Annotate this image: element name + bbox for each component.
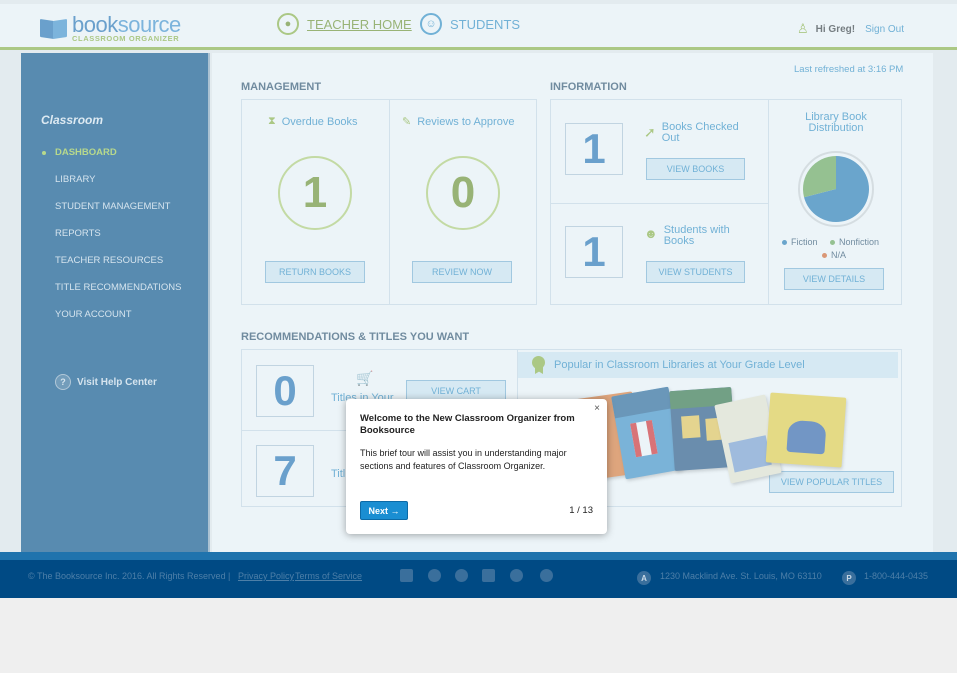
privacy-policy-link[interactable]: Privacy Policy	[238, 571, 294, 581]
close-icon[interactable]: ×	[594, 403, 600, 414]
next-button[interactable]: Next →	[360, 501, 408, 520]
pinterest-icon[interactable]	[455, 569, 468, 582]
footer-address: 1230 Macklind Ave. St. Louis, MO 63110	[660, 571, 822, 581]
tour-body: This brief tour will assist you in under…	[360, 448, 567, 471]
terms-of-service-link[interactable]: Terms of Service	[295, 571, 362, 581]
tour-title: Welcome to the New Classroom Organizer f…	[360, 413, 575, 436]
phone-icon: P	[842, 571, 856, 585]
copyright-text: © The Booksource Inc. 2016. All Rights R…	[28, 571, 226, 581]
footer-separator: |	[228, 571, 231, 581]
footer-phone: 1-800-444-0435	[864, 571, 929, 581]
linkedin-icon[interactable]	[482, 569, 495, 582]
chat-icon[interactable]	[540, 569, 553, 582]
facebook-icon[interactable]	[400, 569, 413, 582]
app-window: booksource CLASSROOM ORGANIZER ● TEACHER…	[0, 0, 957, 673]
tour-step-counter: 1 / 13	[569, 505, 593, 516]
address-icon: A	[637, 571, 651, 585]
twitter-icon[interactable]	[428, 569, 441, 582]
footer: © The Booksource Inc. 2016. All Rights R…	[0, 552, 957, 598]
blog-icon[interactable]	[510, 569, 523, 582]
tour-popup: × Welcome to the New Classroom Organizer…	[346, 399, 607, 534]
